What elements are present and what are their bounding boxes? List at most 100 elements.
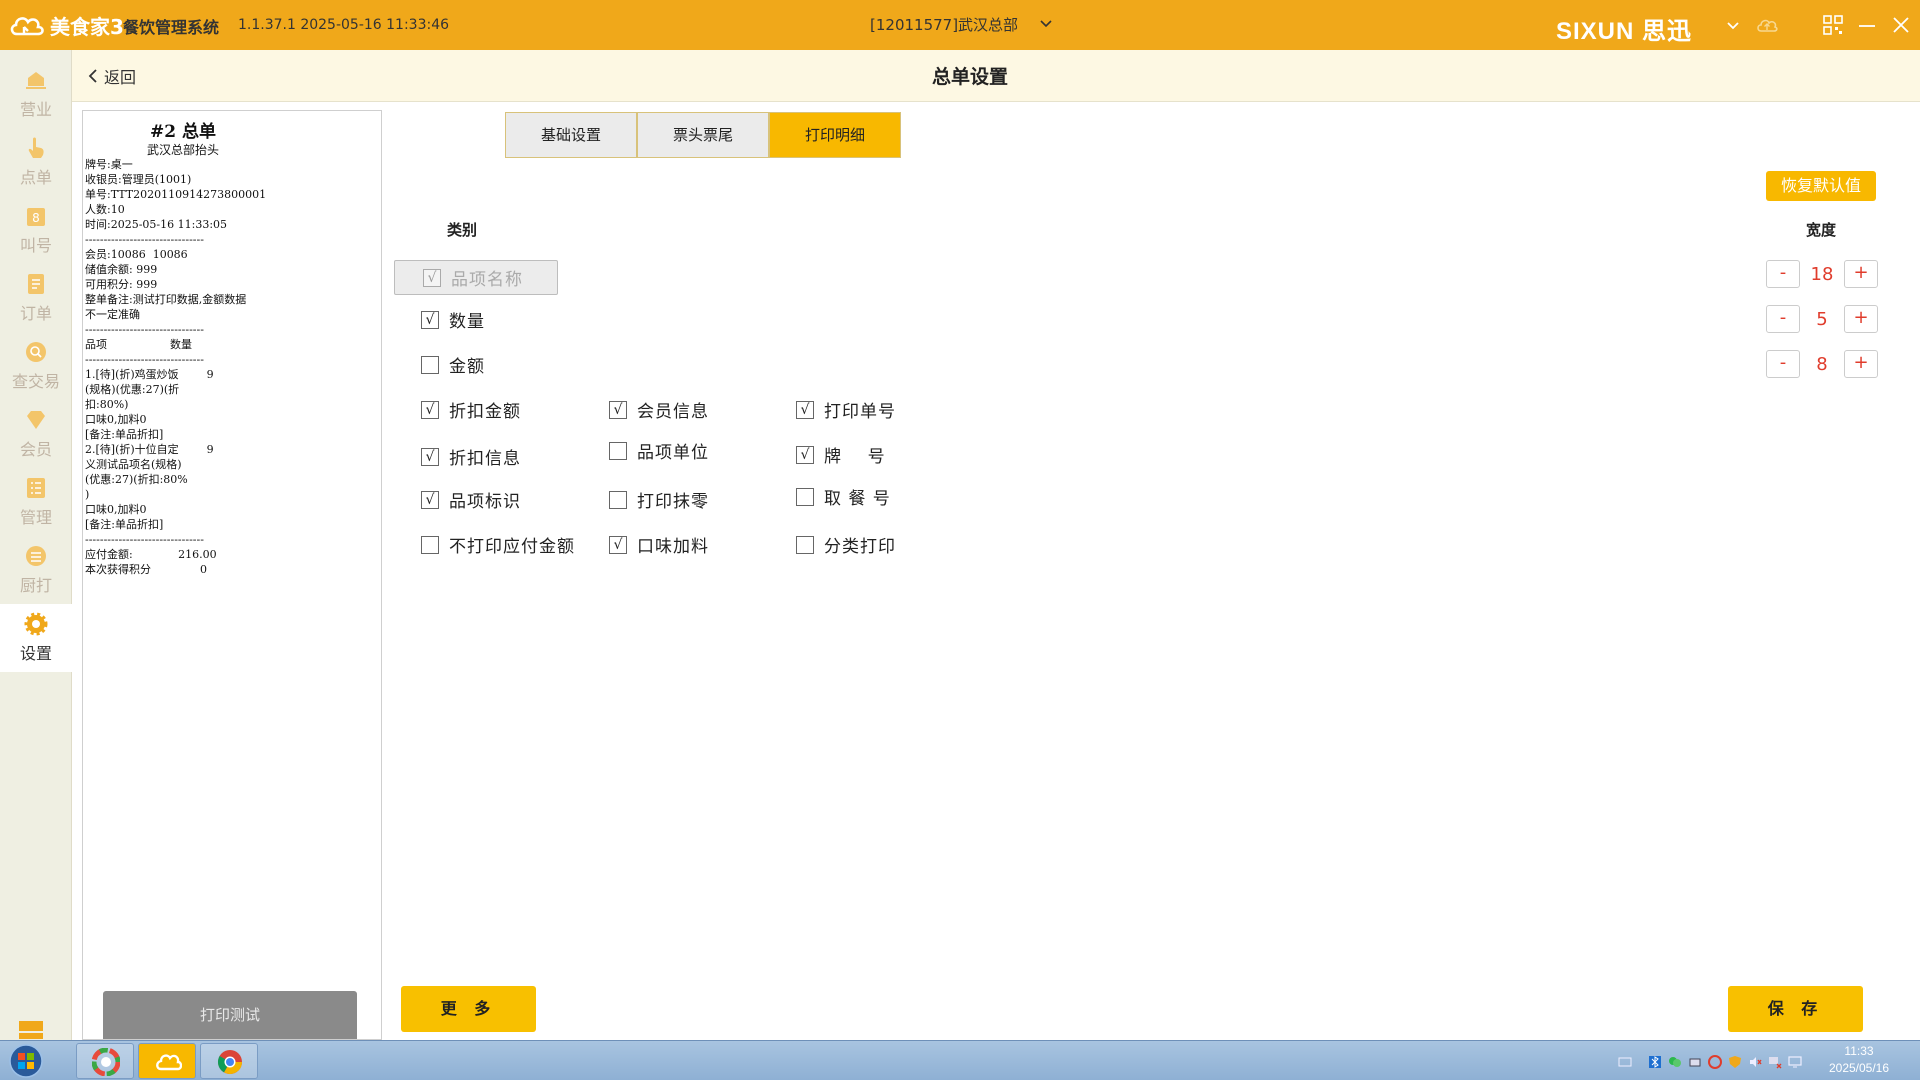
chevron-down-icon[interactable]	[1722, 14, 1744, 36]
nav-label: 管理	[19, 508, 52, 527]
nav-item-manage[interactable]: 管理	[0, 468, 72, 536]
checkbox[interactable]: √	[421, 400, 439, 419]
decrement-button[interactable]: -	[1766, 350, 1800, 378]
chevron-left-icon	[88, 69, 97, 83]
checkbox[interactable]	[609, 441, 627, 460]
nav-item-call-number[interactable]: 8 叫号	[0, 196, 72, 264]
checkbox-label: 牌 号	[824, 447, 886, 467]
checkbox[interactable]: √	[421, 310, 439, 329]
keyboard-icon[interactable]	[1618, 1055, 1632, 1069]
save-button[interactable]: 保 存	[1728, 986, 1863, 1032]
receipt-line: --------------------------------	[85, 323, 204, 336]
increment-button[interactable]: +	[1844, 260, 1878, 288]
checkbox-taste-addon[interactable]: √ 口味加料	[609, 532, 709, 557]
checkbox-item-unit[interactable]: 品项单位	[609, 438, 709, 463]
checkbox-print-order-no[interactable]: √ 打印单号	[796, 397, 896, 422]
checkbox-member-info[interactable]: √ 会员信息	[609, 397, 709, 422]
manage-icon	[27, 478, 45, 498]
increment-button[interactable]: +	[1844, 305, 1878, 333]
nav-item-kitchen-print[interactable]: 厨打	[0, 536, 72, 604]
decrement-button[interactable]: -	[1766, 305, 1800, 333]
nav-item-transaction[interactable]: 查交易	[0, 332, 72, 400]
checkbox-label: 折扣信息	[449, 449, 521, 469]
receipt-line: 时间:2025-05-16 11:33:05	[85, 218, 228, 231]
width-stepper-item-name: - 18 +	[1766, 260, 1882, 288]
checkbox-print-rounding[interactable]: 打印抹零	[609, 487, 709, 512]
checkbox[interactable]	[609, 490, 627, 509]
network-disconnected-icon[interactable]	[1768, 1055, 1782, 1069]
checkbox[interactable]: √	[796, 400, 814, 419]
network-icon[interactable]	[1688, 1055, 1702, 1069]
width-value: 8	[1816, 354, 1828, 375]
width-header: 宽度	[1806, 221, 1837, 239]
taskbar-app-meishijia[interactable]	[138, 1043, 196, 1079]
width-stepper-quantity: - 5 +	[1766, 305, 1882, 333]
checkbox-pickup-no[interactable]: 取 餐 号	[796, 484, 891, 509]
qr-code-icon[interactable]	[1822, 14, 1844, 36]
receipt-line: 牌号:桌一	[85, 158, 133, 171]
decrement-button[interactable]: -	[1766, 260, 1800, 288]
tab-basic-settings[interactable]: 基础设置	[505, 112, 637, 158]
chevron-down-icon[interactable]	[1038, 16, 1054, 32]
taskbar-app-chrome[interactable]	[200, 1043, 258, 1079]
checkbox-amount[interactable]: 金额	[421, 352, 485, 377]
checkbox[interactable]: √	[796, 445, 814, 464]
checkbox[interactable]: √	[609, 400, 627, 419]
checkbox[interactable]: √	[421, 490, 439, 509]
checkbox-label: 数量	[449, 312, 485, 332]
start-icon[interactable]	[6, 1043, 46, 1079]
wechat-icon[interactable]	[1668, 1055, 1682, 1069]
kitchen-print-icon	[26, 546, 46, 566]
checkbox[interactable]: √	[609, 535, 627, 554]
receipt-line: 整单备注:测试打印数据,金额数据	[85, 293, 247, 306]
checkbox-label: 折扣金额	[449, 402, 521, 422]
taskbar: 11:33 2025/05/16	[0, 1040, 1920, 1080]
cloud-upload-icon[interactable]	[1756, 14, 1778, 36]
restore-default-button[interactable]: 恢复默认值	[1766, 171, 1876, 201]
orders-icon	[28, 274, 44, 294]
receipt-line: 1.[待](折)鸡蛋炒饭 9	[85, 368, 214, 381]
increment-button[interactable]: +	[1844, 350, 1878, 378]
keyboard-icon[interactable]	[18, 1020, 44, 1040]
minimize-icon[interactable]	[1856, 14, 1878, 36]
checkbox[interactable]	[796, 535, 814, 554]
tab-print-details[interactable]: 打印明细	[769, 112, 901, 158]
nav-label: 点单	[19, 168, 52, 187]
checkbox-label: 会员信息	[637, 402, 709, 422]
store-selector[interactable]: [12011577]武汉总部	[870, 14, 1018, 35]
print-test-button[interactable]: 打印测试	[103, 991, 357, 1039]
bluetooth-icon[interactable]	[1648, 1055, 1662, 1069]
volume-muted-icon[interactable]	[1748, 1055, 1762, 1069]
nav-item-order[interactable]: 点单	[0, 128, 72, 196]
checkbox-discount-amount[interactable]: √ 折扣金额	[421, 397, 521, 422]
svg-text:8: 8	[32, 211, 40, 225]
checkbox-discount-info[interactable]: √ 折扣信息	[421, 444, 521, 469]
checkbox[interactable]	[421, 355, 439, 374]
checkbox-category-print[interactable]: 分类打印	[796, 532, 896, 557]
checkbox[interactable]	[796, 487, 814, 506]
checkbox-quantity[interactable]: √ 数量	[421, 307, 485, 332]
checkbox-table-no[interactable]: √ 牌 号	[796, 442, 886, 467]
antivirus-icon[interactable]	[1708, 1055, 1722, 1069]
checkbox[interactable]	[421, 535, 439, 554]
more-button[interactable]: 更 多	[401, 986, 536, 1032]
shield-icon[interactable]	[1728, 1055, 1742, 1069]
colorful-browser-icon	[92, 1048, 120, 1076]
system-name: 餐饮管理系统	[123, 18, 220, 37]
close-icon[interactable]	[1890, 14, 1912, 36]
checkbox-item-mark[interactable]: √ 品项标识	[421, 487, 521, 512]
nav-item-orders[interactable]: 订单	[0, 264, 72, 332]
nav-item-member[interactable]: 会员	[0, 400, 72, 468]
monitor-icon[interactable]	[1788, 1055, 1802, 1069]
nav-item-settings[interactable]: 设置	[0, 604, 72, 672]
cloud-logo-icon	[10, 17, 44, 36]
clock-date: 2025/05/16	[1828, 1061, 1890, 1075]
tab-header-footer[interactable]: 票头票尾	[637, 112, 769, 158]
taskbar-clock[interactable]: 11:33 2025/05/16	[1814, 1043, 1904, 1077]
checkbox-no-print-payable[interactable]: 不打印应付金额	[421, 532, 575, 557]
back-button[interactable]: 返回	[86, 64, 136, 88]
checkbox[interactable]: √	[421, 447, 439, 466]
taskbar-app-browser[interactable]	[76, 1043, 134, 1079]
chrome-icon	[217, 1050, 242, 1075]
nav-item-business[interactable]: 营业	[0, 60, 72, 128]
